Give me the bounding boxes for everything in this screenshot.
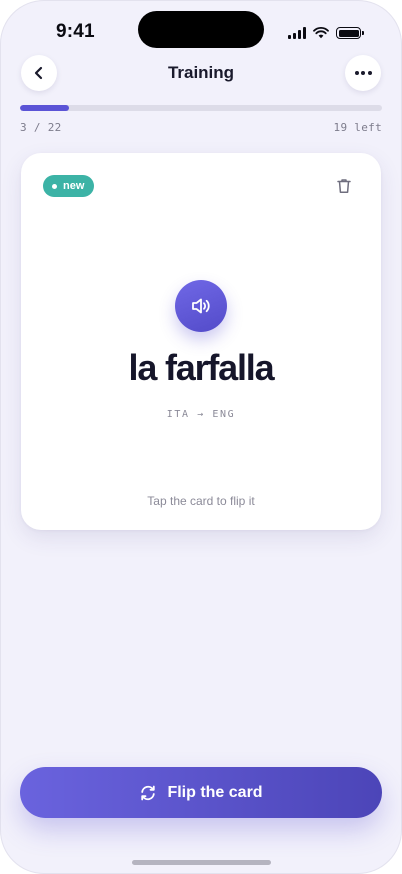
speaker-icon [192, 298, 210, 314]
home-indicator[interactable] [132, 860, 271, 865]
phone-screen: 9:41 Training 3 / 22 19 left new la farf… [0, 0, 402, 874]
more-horizontal-icon [354, 71, 372, 75]
progress-bar [20, 105, 382, 111]
flashcard[interactable]: new la farfalla ITA → ENG Tap the card t… [21, 153, 381, 530]
language-pair: ITA → ENG [166, 409, 236, 420]
refresh-icon [141, 785, 156, 800]
flip-card-label: Flip the card [167, 783, 263, 801]
battery-icon [336, 27, 364, 39]
badge-dot-icon [52, 183, 57, 189]
cellular-signal-icon [288, 27, 306, 39]
delete-card-button[interactable] [335, 177, 353, 195]
status-time: 9:41 [56, 21, 95, 42]
status-icons [288, 25, 364, 41]
page-title: Training [167, 63, 235, 82]
flip-card-button[interactable]: Flip the card [20, 767, 382, 818]
progress-remaining: 19 left [333, 121, 382, 134]
progress-count: 3 / 22 [20, 121, 62, 134]
header: Training [0, 55, 402, 93]
progress-fill [20, 105, 70, 111]
flip-hint: Tap the card to flip it [147, 494, 255, 508]
dynamic-island [138, 11, 264, 48]
badge-label: new [63, 180, 85, 192]
card-word: la farfalla [128, 347, 275, 388]
more-options-button[interactable] [345, 55, 381, 91]
trash-icon [337, 179, 351, 193]
status-badge: new [43, 175, 95, 197]
play-audio-button[interactable] [175, 280, 227, 332]
status-bar: 9:41 [0, 0, 402, 60]
wifi-icon [313, 27, 329, 39]
